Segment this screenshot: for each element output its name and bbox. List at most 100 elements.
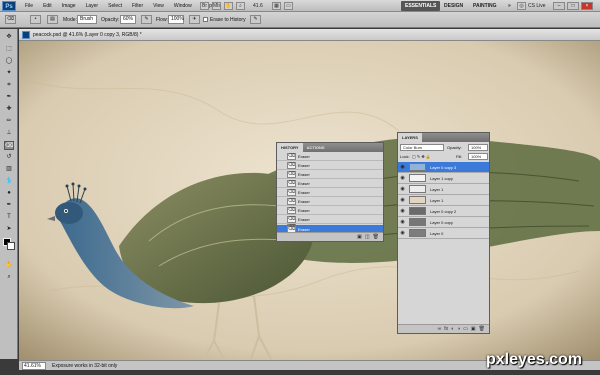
history-item[interactable]: ⌫Eraser (277, 188, 383, 197)
new-snapshot-icon[interactable]: ◫ (365, 233, 370, 241)
history-item[interactable]: ⌫Eraser (277, 179, 383, 188)
delete-state-icon[interactable]: 🗑 (373, 233, 379, 241)
visibility-eye-icon[interactable]: ◉ (398, 186, 407, 192)
background-color-swatch[interactable] (7, 242, 15, 250)
more-workspaces-icon[interactable]: » (504, 1, 515, 11)
gradient-tool-icon[interactable]: ▥ (4, 165, 14, 174)
blur-tool-icon[interactable]: 💧 (4, 177, 14, 186)
workspace-painting[interactable]: PAINTING (469, 1, 501, 11)
bridge-icon[interactable]: Br (200, 2, 209, 10)
type-tool-icon[interactable]: T (4, 213, 14, 222)
opacity-field[interactable]: 60% (120, 15, 136, 24)
layer-thumbnail (409, 218, 426, 226)
move-tool-icon[interactable]: ✥ (4, 33, 14, 42)
history-item[interactable]: ⌫Eraser (277, 161, 383, 170)
layer-row[interactable]: ◉ Layer 0 copy 3 (398, 162, 489, 173)
menu-edit[interactable]: Edit (38, 0, 57, 12)
delete-layer-icon[interactable]: 🗑 (479, 325, 485, 333)
healing-tool-icon[interactable]: ✚ (4, 105, 14, 114)
menu-filter[interactable]: Filter (127, 0, 148, 12)
mode-select[interactable]: Brush (77, 15, 97, 24)
zoom-field[interactable]: 41.61% (22, 362, 46, 370)
dodge-tool-icon[interactable]: ● (4, 189, 14, 198)
eyedropper-tool-icon[interactable]: ✒ (4, 93, 14, 102)
visibility-eye-icon[interactable]: ◉ (398, 208, 407, 214)
link-layers-icon[interactable]: ∞ (438, 325, 442, 333)
menu-select[interactable]: Select (103, 0, 127, 12)
brush-tool-icon[interactable]: ✏ (4, 117, 14, 126)
screen-mode-icon[interactable]: ▭ (284, 2, 293, 10)
fill-field[interactable]: 100% (468, 153, 488, 160)
new-document-from-state-icon[interactable]: ▣ (357, 233, 362, 241)
visibility-eye-icon[interactable]: ◉ (398, 197, 407, 203)
layer-opacity-field[interactable]: 100% (468, 144, 488, 151)
new-group-icon[interactable]: ▭ (463, 325, 468, 333)
menu-layer[interactable]: Layer (81, 0, 104, 12)
maximize-button[interactable]: □ (567, 2, 579, 10)
stamp-tool-icon[interactable]: ⊥ (4, 129, 14, 138)
add-mask-icon[interactable]: ◐ (451, 325, 454, 333)
history-brush-tool-icon[interactable]: ↺ (4, 153, 14, 162)
cs-live-button[interactable]: CS Live (528, 2, 546, 10)
visibility-eye-icon[interactable]: ◉ (398, 219, 407, 225)
layers-panel-tabs: LAYERS (398, 133, 489, 142)
lasso-tool-icon[interactable]: ◯ (4, 57, 14, 66)
crop-tool-icon[interactable]: ⌗ (4, 81, 14, 90)
tab-layers[interactable]: LAYERS (398, 133, 422, 142)
layer-row[interactable]: ◉ Layer 1 (398, 184, 489, 195)
pen-tool-icon[interactable]: ✒ (4, 201, 14, 210)
eraser-preset-icon[interactable]: ⌫ (5, 15, 16, 24)
fill-label: Fill: (456, 154, 463, 159)
zoom-icon[interactable]: ⌕ (236, 2, 245, 10)
arrange-documents-icon[interactable]: ▦ (272, 2, 281, 10)
workspace-design[interactable]: DESIGN (440, 1, 467, 11)
hand-icon[interactable]: ✋ (224, 2, 233, 10)
history-item[interactable]: ⌫Eraser (277, 197, 383, 206)
visibility-eye-icon[interactable]: ◉ (398, 175, 407, 181)
layer-thumbnail (409, 174, 426, 182)
menu-image[interactable]: Image (57, 0, 81, 12)
pressure-opacity-icon[interactable]: ✎ (141, 15, 152, 24)
lock-icons[interactable]: ▢ ✎ ✥ 🔒 (412, 153, 431, 160)
layers-panel-footer: ∞ fx ◐ ◑ ▭ ▣ 🗑 (398, 324, 489, 333)
eraser-tool-icon[interactable]: ⌫ (4, 141, 14, 150)
layer-row[interactable]: ◉ Layer 1 copy (398, 173, 489, 184)
tab-history[interactable]: HISTORY (277, 143, 303, 152)
layer-style-button[interactable]: fx (444, 325, 448, 333)
history-item[interactable]: ⌫Eraser (277, 206, 383, 215)
visibility-eye-icon[interactable]: ◉ (398, 164, 407, 170)
layer-row[interactable]: ◉ Layer 0 copy 2 (398, 206, 489, 217)
workspace-essentials[interactable]: ESSENTIALS (401, 1, 441, 11)
cslive-icon[interactable]: ◎ (517, 2, 526, 10)
blend-mode-select[interactable]: Color Burn (400, 144, 444, 151)
zoom-tool-icon[interactable]: ⌕ (4, 273, 14, 282)
visibility-eye-icon[interactable]: ◉ (398, 230, 407, 236)
path-select-tool-icon[interactable]: ➤ (4, 225, 14, 234)
flow-field[interactable]: 100% (168, 15, 184, 24)
minimize-button[interactable]: – (553, 2, 565, 10)
pressure-size-icon[interactable]: ✎ (250, 15, 261, 24)
airbrush-icon[interactable]: ✈ (189, 15, 200, 24)
menu-file[interactable]: File (20, 0, 38, 12)
brush-size-icon[interactable]: • (30, 15, 41, 24)
eraser-icon: ⌫ (287, 152, 296, 160)
history-item[interactable]: ⌫Eraser (277, 170, 383, 179)
tab-actions[interactable]: ACTIONS (303, 143, 329, 152)
layer-row[interactable]: ◉ Layer 0 copy (398, 217, 489, 228)
brush-panel-icon[interactable]: ▤ (47, 15, 58, 24)
erase-to-history-checkbox[interactable] (203, 17, 208, 22)
menu-view[interactable]: View (148, 0, 169, 12)
mini-bridge-icon[interactable]: Mb (212, 2, 221, 10)
menu-window[interactable]: Window (169, 0, 197, 12)
layer-row[interactable]: ◉ Layer 1 (398, 195, 489, 206)
adjustment-layer-icon[interactable]: ◑ (457, 325, 460, 333)
marquee-tool-icon[interactable]: ⬚ (4, 45, 14, 54)
layer-row[interactable]: ◉ Layer 0 (398, 228, 489, 239)
document-tab[interactable]: peacock.psd @ 41.6% (Layer 0 copy 3, RGB… (19, 29, 600, 41)
hand-tool-icon[interactable]: ✋ (4, 261, 14, 270)
history-item[interactable]: ⌫Eraser (277, 152, 383, 161)
close-button[interactable]: × (581, 2, 593, 10)
new-layer-icon[interactable]: ▣ (471, 325, 476, 333)
zoom-level-select[interactable]: 41.6 (253, 2, 263, 10)
quick-select-tool-icon[interactable]: ✦ (4, 69, 14, 78)
